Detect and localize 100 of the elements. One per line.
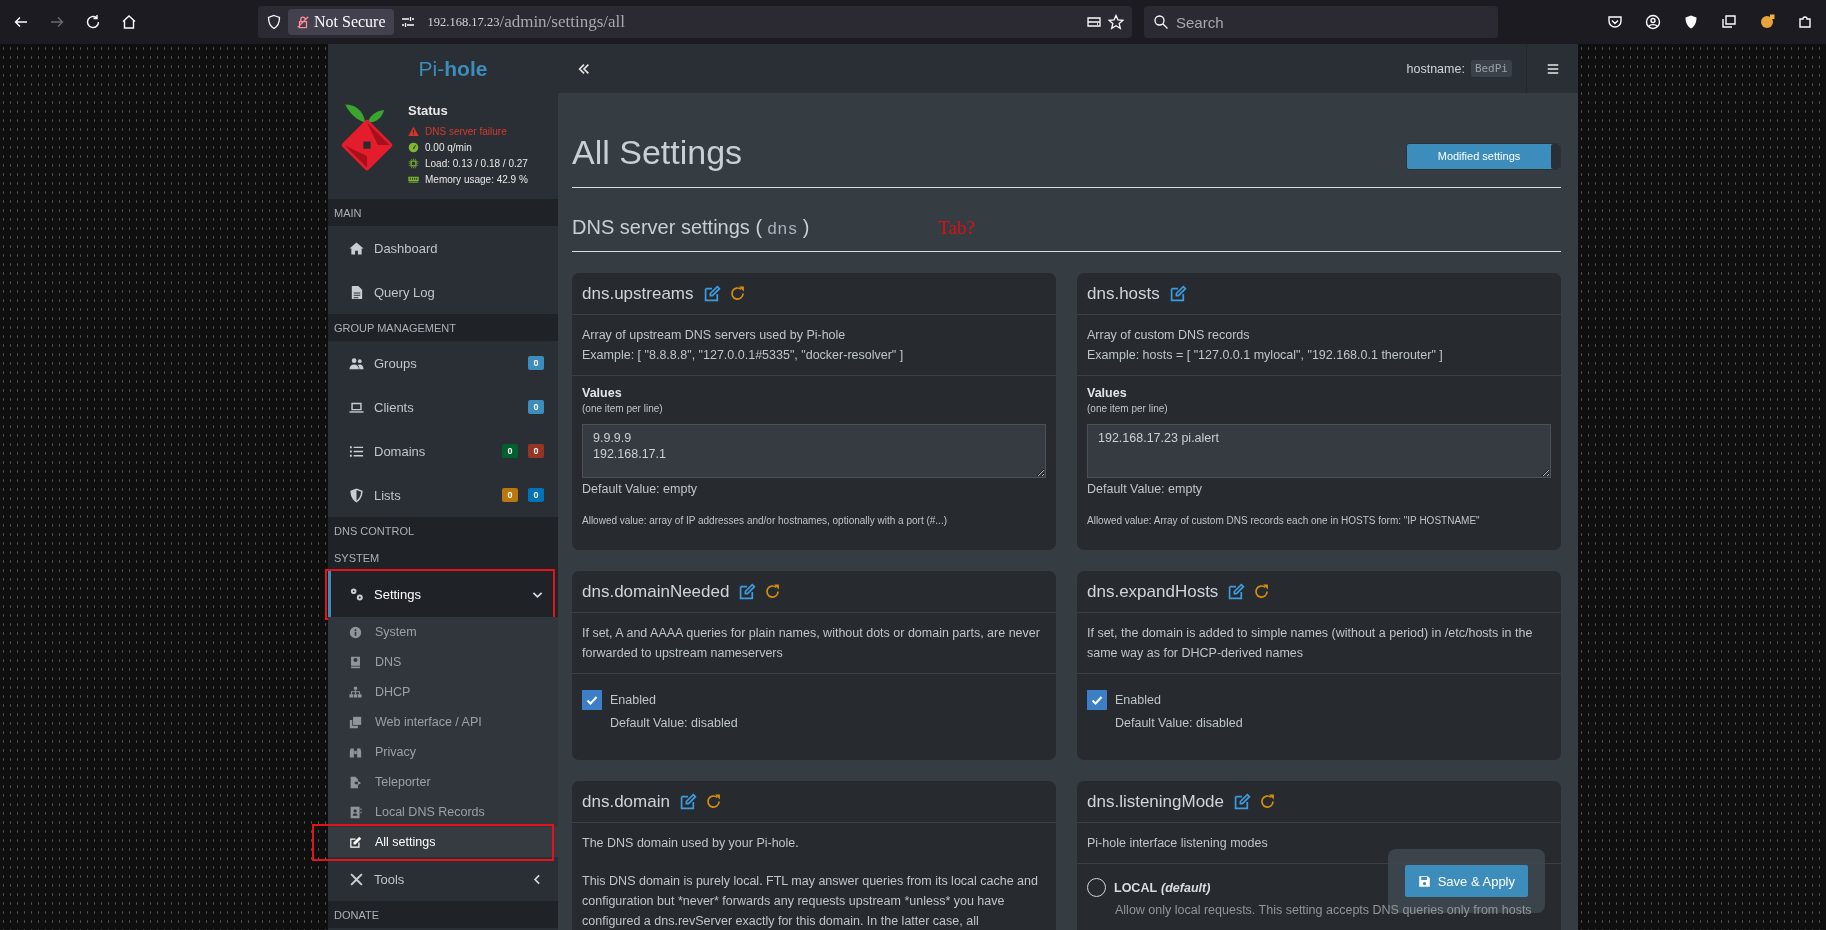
- windows-icon: [349, 715, 362, 729]
- default-value-text: Default Value: empty: [582, 482, 699, 496]
- edit-icon: [349, 835, 362, 849]
- gears-icon: [349, 586, 364, 602]
- count-badge: 0: [528, 444, 544, 458]
- values-label: Values: [582, 386, 623, 400]
- chip-icon: [408, 157, 419, 169]
- values-field[interactable]: 9.9.9.9 192.168.17.1: [582, 424, 1046, 478]
- edit-icon[interactable]: [739, 583, 757, 600]
- save-icon: [1417, 874, 1431, 888]
- nav-subitem[interactable]: DHCP: [328, 677, 558, 707]
- shield-icon: [266, 14, 282, 30]
- count-badge: 0: [502, 444, 518, 458]
- nav-subitem[interactable]: Privacy: [328, 737, 558, 767]
- setting-description: This DNS domain is purely local. FTL may answer queries from its local cache and configuration but *never* forwards any requests upstream *unless* you have configured a dns.revServer exactly for this domain. In the latter case, all: [582, 873, 1039, 930]
- drive-icon[interactable]: [1086, 14, 1102, 30]
- search-field[interactable]: Search: [1144, 6, 1498, 38]
- url-text[interactable]: 192.168.17.23/admin/settings/all: [427, 12, 625, 32]
- annotation-text: Tab?: [938, 217, 975, 239]
- save-apply-button[interactable]: Save & Apply: [1404, 865, 1528, 897]
- status-title: Status: [408, 103, 449, 118]
- nav-section-header: GROUP MANAGEMENT: [328, 314, 558, 341]
- values-hint: (one item per line): [582, 403, 664, 414]
- nav-subitem[interactable]: System: [328, 617, 558, 647]
- gauge-icon: [408, 141, 419, 153]
- setting-description: The DNS domain used by your Pi-hole.: [582, 835, 800, 852]
- nav-item[interactable]: Dashboard: [328, 226, 558, 270]
- status-text: Load: 0.13 / 0.18 / 0.27: [425, 157, 528, 169]
- nav-item[interactable]: Settings: [328, 571, 558, 617]
- nav-item[interactable]: Query Log: [328, 270, 558, 314]
- setting-name: dns.expandHosts: [1087, 581, 1219, 602]
- reset-icon[interactable]: [728, 285, 746, 302]
- reset-icon[interactable]: [1253, 583, 1271, 600]
- edit-icon[interactable]: [703, 285, 721, 302]
- users-icon: [349, 355, 364, 371]
- setting-description: Array of custom DNS records: [1087, 327, 1251, 344]
- contact-card-icon: [349, 805, 362, 819]
- section-title: DNS server settings (: [572, 216, 763, 239]
- allowed-value-text: Allowed value: array of IP addresses and/or hostnames, optionally with a port (#...): [582, 515, 948, 526]
- book-icon: [349, 655, 362, 669]
- reset-icon[interactable]: [1259, 793, 1277, 810]
- reset-icon[interactable]: [704, 793, 722, 810]
- nav-item[interactable]: Tools: [328, 857, 558, 901]
- option-note: (default): [1161, 880, 1211, 895]
- values-field[interactable]: 192.168.17.23 pi.alert: [1087, 424, 1551, 478]
- star-icon[interactable]: [1108, 14, 1124, 30]
- nav-section-header: DONATE: [328, 901, 558, 928]
- edit-icon[interactable]: [1228, 583, 1246, 600]
- nav-item[interactable]: Domains 0 0: [328, 429, 558, 473]
- list-icon: [349, 443, 364, 459]
- default-value-text: Default Value: disabled: [1115, 716, 1244, 730]
- address-bar[interactable]: Not Secure 192.168.17.23/admin/settings/all: [258, 6, 1132, 38]
- count-badge: 0: [528, 356, 544, 370]
- reset-icon[interactable]: [764, 583, 782, 600]
- sitemap-icon: [349, 685, 362, 699]
- nav-subitem[interactable]: Local DNS Records: [328, 797, 558, 827]
- status-text: Memory usage: 42.9 %: [425, 173, 528, 185]
- setting-description: If set, A and AAAA queries for plain names, without dots or domain parts, are never forwarded to upstream nameservers: [582, 625, 1041, 662]
- nav-subitem[interactable]: Teleporter: [328, 767, 558, 797]
- hostname-label: hostname:: [1406, 61, 1465, 76]
- checkbox[interactable]: [582, 690, 602, 710]
- setting-description: Pi-hole interface listening modes: [1087, 835, 1269, 852]
- setting-name: dns.upstreams: [582, 283, 694, 304]
- nav-subitem[interactable]: DNS: [328, 647, 558, 677]
- allowed-value-text: Allowed value: Array of custom DNS records each one in HOSTS form: "IP HOSTNAME": [1087, 515, 1481, 526]
- setting-name: dns.hosts: [1087, 283, 1160, 304]
- status-text: 0.00 q/min: [425, 141, 472, 153]
- option-description: Allow only local requests. This setting accepts DNS queries only from hosts: [1115, 903, 1533, 917]
- edit-icon[interactable]: [1234, 793, 1252, 810]
- nav-item[interactable]: Clients 0: [328, 385, 558, 429]
- edit-icon[interactable]: [679, 793, 697, 810]
- edit-icon[interactable]: [1169, 285, 1187, 302]
- checkbox[interactable]: [1087, 690, 1107, 710]
- nav-item[interactable]: Lists 0 0: [328, 473, 558, 517]
- section-title-end: ): [802, 216, 810, 239]
- values-label: Values: [1087, 386, 1128, 400]
- setting-name: dns.domain: [582, 791, 670, 812]
- security-indicator[interactable]: Not Secure: [288, 9, 394, 35]
- setting-description: If set, the domain is added to simple names (without a period) in /etc/hosts in the same way as for DHCP-derived names: [1087, 625, 1534, 662]
- hostname-value: BedPi: [1470, 60, 1512, 77]
- warning-icon: [408, 125, 419, 137]
- setting-description: Example: hosts = [ "127.0.0.1 mylocal", "192.168.0.1 therouter" ]: [1087, 347, 1444, 364]
- modified-settings-toggle[interactable]: Modified settings: [1406, 142, 1561, 170]
- checkbox-label: Enabled: [610, 693, 656, 707]
- default-value-text: Default Value: disabled: [610, 716, 739, 730]
- nav-section-header: MAIN: [328, 199, 558, 226]
- nav-section-header: DNS CONTROL: [328, 517, 558, 544]
- option-label: LOCAL: [1114, 880, 1158, 895]
- shield-icon: [349, 487, 364, 503]
- binoculars-icon: [349, 745, 362, 759]
- nav-subitem[interactable]: All settings: [328, 827, 558, 857]
- nav-item[interactable]: Groups 0: [328, 341, 558, 385]
- permissions-icon[interactable]: [399, 14, 416, 30]
- page-title: All Settings: [572, 132, 743, 172]
- tools-icon: [349, 871, 364, 887]
- export-icon: [349, 775, 362, 789]
- nav-section-header: SYSTEM: [328, 544, 558, 571]
- nav-subitem[interactable]: Web interface / API: [328, 707, 558, 737]
- home-icon: [349, 240, 364, 256]
- section-key: dns: [767, 220, 798, 239]
